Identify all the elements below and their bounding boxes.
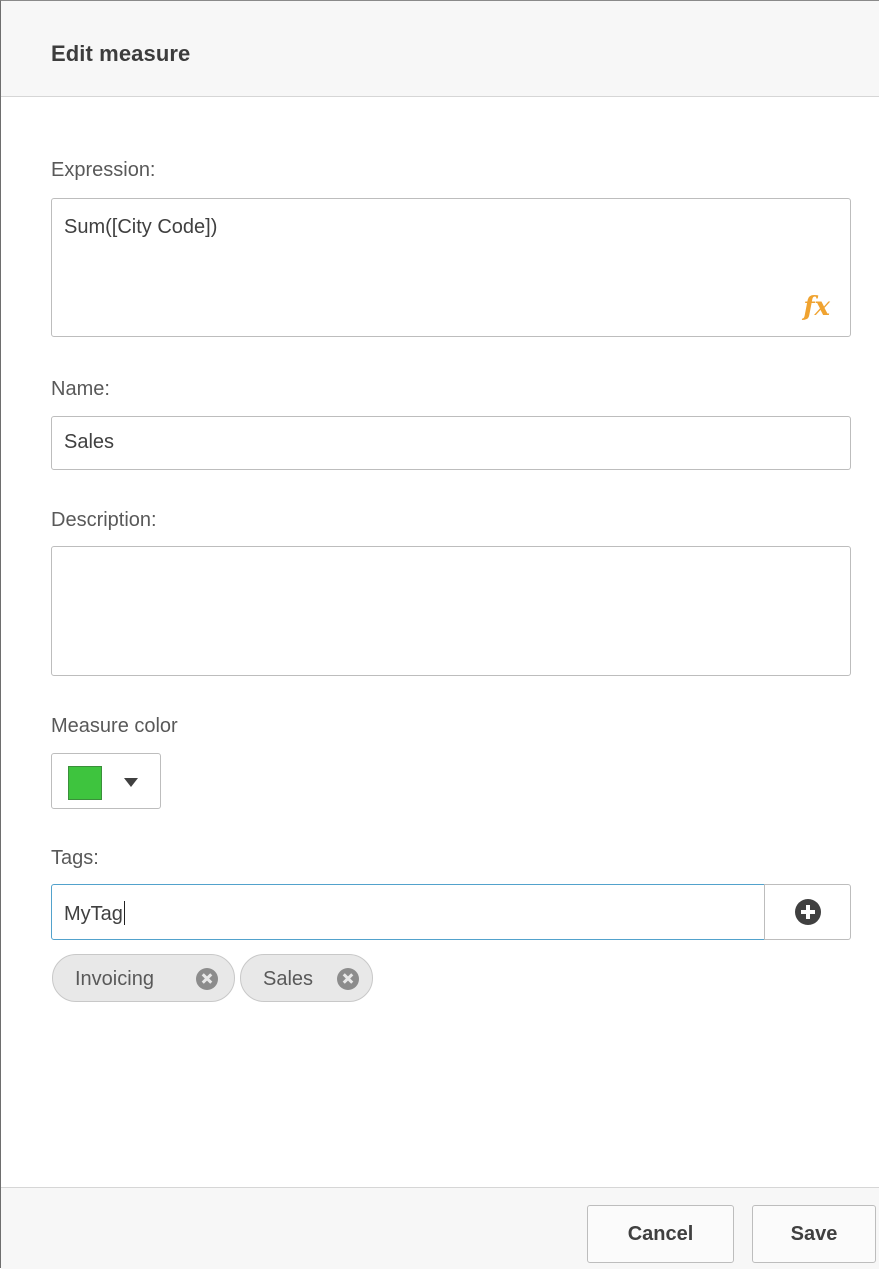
cancel-button[interactable]: Cancel <box>587 1205 734 1263</box>
tag-chip-label: Invoicing <box>75 968 154 990</box>
name-value: Sales <box>64 431 115 453</box>
expression-value: Sum([City Code]) <box>64 216 218 238</box>
expression-label: Expression: <box>51 159 156 181</box>
name-label: Name: <box>51 378 110 400</box>
expression-field[interactable]: Sum([City Code]) fx <box>51 198 851 337</box>
remove-tag-icon[interactable] <box>196 968 218 990</box>
tag-input-value: MyTag <box>64 901 125 925</box>
dialog-footer: Cancel Save <box>1 1187 879 1269</box>
remove-tag-icon[interactable] <box>337 968 359 990</box>
add-tag-button[interactable] <box>764 884 851 940</box>
text-cursor <box>123 901 125 925</box>
fx-icon[interactable]: fx <box>803 292 830 322</box>
tag-chip: Sales <box>240 954 373 1002</box>
tag-chip-label: Sales <box>263 968 314 990</box>
dialog-header: Edit measure <box>1 1 879 97</box>
tag-input-group: MyTag <box>51 884 851 940</box>
description-label: Description: <box>51 509 157 531</box>
save-button[interactable]: Save <box>752 1205 876 1263</box>
chevron-down-icon <box>124 778 138 787</box>
description-field[interactable] <box>51 546 851 676</box>
tags-label: Tags: <box>51 847 99 869</box>
edit-measure-dialog: Edit measure Expression: Sum([City Code]… <box>0 0 879 1269</box>
color-swatch <box>68 766 102 800</box>
dialog-title: Edit measure <box>51 41 191 66</box>
tag-input[interactable]: MyTag <box>51 884 765 940</box>
name-field[interactable]: Sales <box>51 416 851 470</box>
measure-color-picker[interactable] <box>51 753 161 809</box>
measure-color-label: Measure color <box>51 715 178 737</box>
plus-circle-icon <box>795 899 821 925</box>
tag-chip: Invoicing <box>52 954 235 1002</box>
